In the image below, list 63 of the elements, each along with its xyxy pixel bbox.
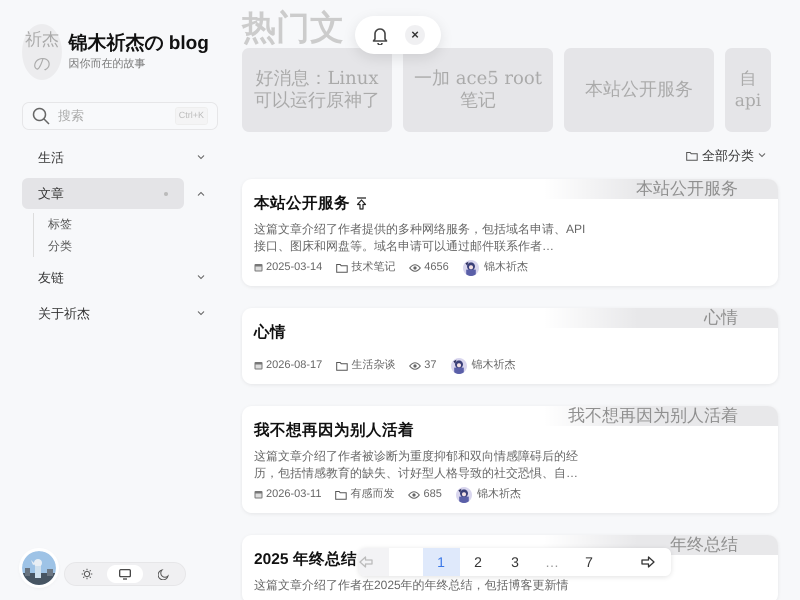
view-count: 685 bbox=[423, 487, 442, 502]
post-title[interactable]: 本站公开服务 bbox=[254, 192, 350, 214]
chevron-down-icon[interactable] bbox=[197, 311, 205, 316]
chevron-down-icon[interactable] bbox=[758, 153, 766, 158]
site-title: 锦木祈杰の blog bbox=[68, 32, 209, 56]
chevron-down-icon[interactable] bbox=[197, 155, 205, 160]
post-excerpt: 这篇文章介绍了作者提供的多种网络服务，包括域名申请、API接口、图床和网盘等。域名申请可以通过邮件联系作者… bbox=[254, 220, 586, 254]
post-date: 2025-03-14 bbox=[266, 260, 322, 275]
sun-icon bbox=[81, 568, 93, 580]
post-date: 2026-08-17 bbox=[266, 358, 322, 373]
search-input[interactable]: 搜索 bbox=[56, 105, 169, 127]
theme-option[interactable] bbox=[107, 565, 143, 583]
monitor-icon bbox=[119, 568, 131, 580]
post-date: 2026-03-11 bbox=[266, 487, 322, 502]
post-excerpt: 这篇文章介绍了作者被诊断为重度抑郁和双向情感障碍后的经历，包括情感教育的缺失、讨好型人格导致的社交恐惧、自… bbox=[254, 448, 579, 482]
nav-subitem[interactable]: 分类 bbox=[48, 235, 218, 257]
page-button[interactable]: 2 bbox=[460, 548, 496, 576]
eye-icon bbox=[409, 264, 422, 272]
post-author: 锦木祈杰 bbox=[476, 487, 521, 502]
category-filter[interactable]: 全部分类 bbox=[686, 146, 766, 166]
folder-icon bbox=[335, 490, 348, 500]
post-card[interactable]: 我不想再因为别人活着 我不想再因为别人活着 这篇文章介绍了作者被诊断为重度抑郁和双向情感障碍后的经历，包括情感教育的缺失、讨好型人格导致的社交恐惧、自… 2026-03-11 有感而发 685 锦木祈杰 bbox=[242, 406, 778, 512]
nav-item[interactable]: 文章 bbox=[22, 178, 184, 209]
search-icon bbox=[32, 107, 50, 125]
nav-subitem[interactable]: 标签 bbox=[48, 213, 218, 235]
logo: 祈杰の bbox=[22, 24, 62, 80]
nav-item[interactable]: 生活 bbox=[22, 142, 184, 173]
banner-title: 我不想再因为别人活着 bbox=[542, 406, 778, 426]
calendar-icon bbox=[254, 263, 263, 272]
post-author: 锦木祈杰 bbox=[484, 260, 528, 275]
post-author: 锦木祈杰 bbox=[472, 358, 516, 373]
nav-item[interactable]: 友链 bbox=[22, 262, 184, 293]
arrow-right-icon bbox=[641, 556, 655, 568]
folder-icon bbox=[336, 360, 348, 370]
eye-icon bbox=[409, 362, 422, 370]
chevron-up-icon[interactable] bbox=[197, 191, 205, 196]
calendar-icon bbox=[254, 490, 263, 499]
post-category[interactable]: 有感而发 bbox=[350, 487, 394, 502]
view-count: 4656 bbox=[424, 260, 449, 275]
calendar-icon bbox=[254, 361, 263, 370]
banner-title: 心情 bbox=[542, 308, 778, 328]
shortcut-key: Ctrl+K bbox=[174, 107, 208, 125]
close-button[interactable]: × bbox=[405, 25, 425, 45]
nav-item[interactable]: 关于祈杰 bbox=[22, 298, 184, 329]
post-title[interactable]: 我不想再因为别人活着 bbox=[254, 420, 414, 442]
folder-icon bbox=[336, 262, 348, 272]
arrow-left-icon bbox=[359, 556, 373, 568]
post-card[interactable]: 心情 心情 2026-08-17 生活杂谈 37 锦木祈杰 bbox=[242, 308, 778, 384]
post-excerpt: 这篇文章介绍了作者在2025年的年终总结，包括博客更新情 bbox=[254, 576, 570, 594]
moon-icon bbox=[158, 568, 168, 580]
post-card[interactable]: 本站公开服务 本站公开服务 这篇文章介绍了作者提供的多种网络服务，包括域名申请、API接口、图床和网盘等。域名申请可以通过邮件联系作者… 2025-03-14 技术笔记 4656 锦木祈杰 bbox=[242, 178, 778, 286]
page-button[interactable]: 3 bbox=[496, 548, 534, 576]
post-title[interactable]: 2025 年终总结 bbox=[254, 548, 357, 570]
folder-icon bbox=[686, 150, 698, 161]
view-count: 37 bbox=[424, 358, 437, 373]
post-category[interactable]: 技术笔记 bbox=[351, 260, 396, 275]
chevron-down-icon[interactable] bbox=[197, 275, 205, 280]
eye-icon bbox=[408, 490, 420, 498]
site-subtitle: 因你而在的故事 bbox=[68, 56, 146, 72]
post-category[interactable]: 生活杂谈 bbox=[351, 358, 396, 373]
banner-title: 本站公开服务 bbox=[542, 178, 778, 198]
bell-icon[interactable] bbox=[371, 26, 389, 44]
post-title[interactable]: 心情 bbox=[254, 322, 286, 344]
